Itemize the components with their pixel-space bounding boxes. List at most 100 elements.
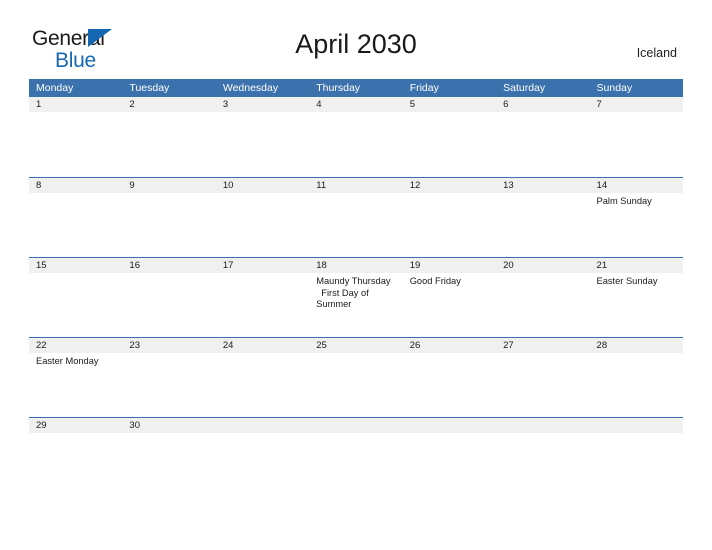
holiday-event: Easter Sunday	[596, 276, 658, 286]
calendar-day-cell[interactable]: 22 Easter Monday	[29, 338, 122, 417]
calendar-day-cell[interactable]: 24	[216, 338, 309, 417]
day-events	[223, 353, 305, 356]
day-events: Maundy Thursday First Day of Summer	[316, 273, 398, 311]
calendar-day-cell[interactable]	[309, 418, 402, 497]
day-events	[503, 112, 585, 115]
day-events: Palm Sunday	[597, 193, 679, 208]
calendar-day-cell[interactable]: 4	[309, 97, 402, 177]
calendar-day-cell[interactable]: 11	[309, 178, 402, 257]
calendar-day-cell[interactable]: 23	[122, 338, 215, 417]
day-events	[36, 433, 118, 436]
day-number: 6	[503, 99, 509, 110]
calendar-day-cell[interactable]: 7	[590, 97, 683, 177]
calendar-day-cell[interactable]: 30	[122, 418, 215, 497]
day-events	[597, 112, 679, 115]
calendar-day-cell[interactable]: 20	[496, 258, 589, 337]
day-number: 19	[409, 260, 421, 271]
day-events	[316, 433, 398, 436]
calendar-week-row: 15 16 17 18 Maundy Thursday First Day of Summ…	[29, 257, 683, 337]
calendar-day-cell[interactable]	[496, 418, 589, 497]
calendar-day-cell[interactable]: 28	[590, 338, 683, 417]
calendar: Monday Tuesday Wednesday Thursday Friday…	[29, 79, 683, 497]
day-number	[223, 418, 305, 433]
calendar-day-cell[interactable]	[590, 418, 683, 497]
weekday-header-tuesday: Tuesday	[129, 82, 170, 94]
day-events	[503, 433, 585, 436]
day-number: 30	[129, 420, 140, 431]
week-cells: 15 16 17 18 Maundy Thursday First Day of Summ…	[29, 258, 683, 337]
day-events	[223, 433, 305, 436]
week-cells: 29 30	[29, 418, 683, 497]
calendar-day-cell[interactable]: 19 Good Friday	[403, 258, 496, 337]
country-label: Iceland	[636, 46, 677, 60]
calendar-day-cell[interactable]: 5	[403, 97, 496, 177]
day-events	[503, 353, 585, 356]
weekday-header-wednesday: Wednesday	[222, 82, 279, 94]
day-events	[410, 193, 492, 196]
weekday-header-thursday: Thursday	[316, 82, 361, 94]
day-number: 26	[409, 340, 421, 351]
calendar-day-cell[interactable]: 29	[29, 418, 122, 497]
day-events	[129, 112, 211, 115]
day-events: Good Friday	[410, 273, 492, 288]
day-number	[597, 418, 679, 433]
calendar-day-cell[interactable]: 3	[216, 97, 309, 177]
day-number: 18	[316, 260, 327, 271]
day-number: 17	[222, 260, 234, 271]
calendar-day-cell[interactable]: 6	[496, 97, 589, 177]
day-number: 15	[36, 260, 47, 271]
calendar-day-cell[interactable]: 1	[29, 97, 122, 177]
calendar-day-cell[interactable]: 10	[216, 178, 309, 257]
day-events	[410, 353, 492, 356]
day-number: 8	[36, 180, 42, 191]
week-cells: 22 Easter Monday 23 24 25 26 27 28	[29, 338, 683, 417]
calendar-day-cell[interactable]: 27	[496, 338, 589, 417]
calendar-day-cell[interactable]: 8	[29, 178, 122, 257]
day-events	[503, 193, 585, 196]
day-number	[503, 418, 585, 433]
day-events	[316, 112, 398, 115]
holiday-event: Easter Monday	[36, 356, 99, 366]
day-events	[36, 273, 118, 276]
day-events	[223, 193, 305, 196]
calendar-day-cell[interactable]	[403, 418, 496, 497]
day-number: 23	[129, 340, 140, 351]
page-header: General Blue April 2030 Iceland	[0, 0, 712, 71]
day-number: 7	[596, 99, 602, 110]
day-events	[129, 273, 211, 276]
calendar-day-cell[interactable]: 15	[29, 258, 122, 337]
calendar-day-cell[interactable]: 9	[122, 178, 215, 257]
day-number: 16	[129, 260, 140, 271]
week-cells: 8 9 10 11 12 13 14 Palm Sunday	[29, 178, 683, 257]
day-events	[410, 433, 492, 436]
day-number: 3	[222, 99, 229, 110]
calendar-day-cell[interactable]: 14 Palm Sunday	[590, 178, 683, 257]
day-number: 20	[503, 260, 514, 271]
day-events	[129, 353, 211, 356]
day-number: 28	[596, 340, 608, 351]
weekday-header-row: Monday Tuesday Wednesday Thursday Friday…	[29, 79, 683, 97]
calendar-day-cell[interactable]: 25	[309, 338, 402, 417]
day-events	[129, 193, 211, 196]
calendar-body: 1 2 3 4 5 6 7 8 9 10 11 12 13 14 Palm Sunday 15 16 17 18 Ma…	[29, 97, 683, 497]
day-number: 1	[36, 99, 42, 110]
calendar-day-cell[interactable]	[216, 418, 309, 497]
day-number: 24	[222, 340, 234, 351]
day-events	[316, 353, 398, 356]
page-title: April 2030	[295, 29, 417, 59]
calendar-day-cell[interactable]: 26	[403, 338, 496, 417]
calendar-day-cell[interactable]: 13	[496, 178, 589, 257]
calendar-day-cell[interactable]: 21 Easter Sunday	[590, 258, 683, 337]
calendar-day-cell[interactable]: 17	[216, 258, 309, 337]
calendar-day-cell[interactable]: 2	[122, 97, 215, 177]
day-number: 10	[222, 180, 234, 191]
calendar-day-cell[interactable]: 12	[403, 178, 496, 257]
day-events: Easter Monday	[36, 353, 118, 368]
calendar-day-cell[interactable]: 18 Maundy Thursday First Day of Summer	[309, 258, 402, 337]
holiday-event: First Day of Summer	[316, 287, 369, 310]
calendar-day-cell[interactable]: 16	[122, 258, 215, 337]
weekday-header-saturday: Saturday	[503, 82, 546, 94]
day-events	[129, 433, 211, 436]
calendar-week-row: 22 Easter Monday 23 24 25 26 27 28	[29, 337, 683, 417]
day-events	[316, 193, 398, 196]
